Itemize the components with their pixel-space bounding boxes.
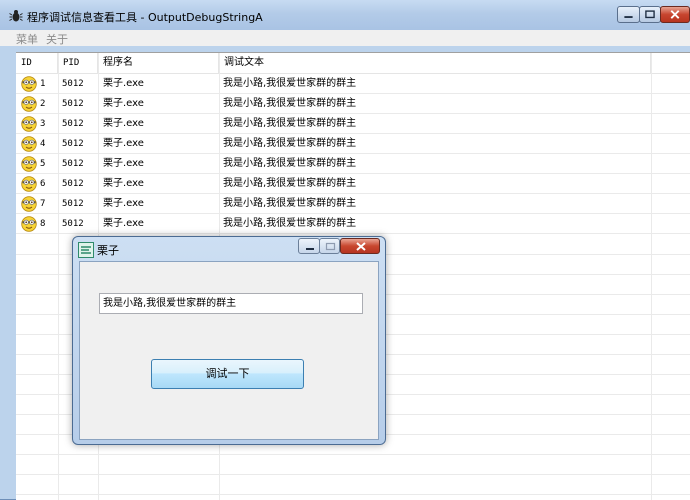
row-id-cell: 4 bbox=[16, 134, 58, 154]
column-header-id[interactable]: ID bbox=[16, 53, 58, 73]
smiley-minion-icon bbox=[21, 176, 37, 192]
row-id: 2 bbox=[40, 99, 46, 109]
table-row[interactable]: 2 5012 栗子.exe 我是小路,我很爱世家群的群主 bbox=[16, 94, 690, 114]
maximize-icon bbox=[645, 10, 655, 19]
table-row[interactable]: 4 5012 栗子.exe 我是小路,我很爱世家群的群主 bbox=[16, 134, 690, 154]
dialog-title: 栗子 bbox=[97, 244, 119, 257]
row-id: 8 bbox=[40, 219, 46, 229]
list-rows: 1 5012 栗子.exe 我是小路,我很爱世家群的群主 2 5012 栗子.exe 我是小路… bbox=[16, 74, 690, 234]
window-title: 程序调试信息查看工具 - OutputDebugStringA bbox=[27, 11, 263, 24]
grid-line bbox=[16, 454, 690, 455]
row-id-cell: 5 bbox=[16, 154, 58, 174]
debug-button[interactable]: 调试一下 bbox=[151, 359, 304, 389]
row-id: 5 bbox=[40, 159, 46, 169]
minimize-icon bbox=[624, 16, 633, 18]
row-pid: 5012 bbox=[62, 99, 84, 109]
row-id: 6 bbox=[40, 179, 46, 189]
dialog-maximize-button[interactable] bbox=[319, 238, 340, 254]
row-pid: 5012 bbox=[62, 139, 84, 149]
dialog-close-button[interactable] bbox=[340, 238, 380, 254]
row-pid: 5012 bbox=[62, 179, 84, 189]
row-id-cell: 7 bbox=[16, 194, 58, 214]
row-text: 我是小路,我很爱世家群的群主 bbox=[223, 158, 357, 169]
dialog-minimize-button[interactable] bbox=[298, 238, 320, 254]
row-text: 我是小路,我很爱世家群的群主 bbox=[223, 218, 357, 229]
row-program: 栗子.exe bbox=[103, 98, 144, 109]
debug-text-input[interactable]: 我是小路,我很爱世家群的群主 bbox=[99, 293, 363, 314]
table-row[interactable]: 6 5012 栗子.exe 我是小路,我很爱世家群的群主 bbox=[16, 174, 690, 194]
row-id: 3 bbox=[40, 119, 46, 129]
maximize-icon bbox=[325, 242, 336, 251]
menu-item-menu[interactable]: 菜单 bbox=[16, 31, 38, 47]
grid-line bbox=[16, 494, 690, 495]
smiley-minion-icon bbox=[21, 76, 37, 92]
row-program: 栗子.exe bbox=[103, 118, 144, 129]
smiley-minion-icon bbox=[21, 216, 37, 232]
smiley-minion-icon bbox=[21, 116, 37, 132]
dialog-client-area: 我是小路,我很爱世家群的群主 调试一下 bbox=[79, 261, 379, 440]
row-text: 我是小路,我很爱世家群的群主 bbox=[223, 198, 357, 209]
row-program: 栗子.exe bbox=[103, 218, 144, 229]
minimize-button[interactable] bbox=[617, 6, 640, 23]
smiley-minion-icon bbox=[21, 196, 37, 212]
row-pid: 5012 bbox=[62, 119, 84, 129]
title-bar[interactable]: 程序调试信息查看工具 - OutputDebugStringA bbox=[0, 0, 690, 30]
list-header: ID PID 程序名 调试文本 bbox=[16, 53, 690, 74]
column-header-blank[interactable] bbox=[651, 53, 690, 73]
column-header-pid[interactable]: PID bbox=[58, 53, 98, 73]
row-id-cell: 1 bbox=[16, 74, 58, 94]
row-program: 栗子.exe bbox=[103, 138, 144, 149]
smiley-minion-icon bbox=[21, 136, 37, 152]
menu-item-about[interactable]: 关于 bbox=[46, 31, 68, 47]
table-row[interactable]: 1 5012 栗子.exe 我是小路,我很爱世家群的群主 bbox=[16, 74, 690, 94]
row-id: 1 bbox=[40, 79, 46, 89]
table-row[interactable]: 3 5012 栗子.exe 我是小路,我很爱世家群的群主 bbox=[16, 114, 690, 134]
menu-bar: 菜单 关于 bbox=[0, 30, 690, 46]
row-program: 栗子.exe bbox=[103, 198, 144, 209]
column-header-program[interactable]: 程序名 bbox=[98, 53, 219, 73]
row-pid: 5012 bbox=[62, 79, 84, 89]
column-header-text[interactable]: 调试文本 bbox=[219, 53, 651, 73]
close-button[interactable] bbox=[660, 6, 690, 23]
table-row[interactable]: 8 5012 栗子.exe 我是小路,我很爱世家群的群主 bbox=[16, 214, 690, 234]
grid-line bbox=[16, 474, 690, 475]
table-row[interactable]: 5 5012 栗子.exe 我是小路,我很爱世家群的群主 bbox=[16, 154, 690, 174]
close-icon bbox=[356, 242, 366, 251]
row-program: 栗子.exe bbox=[103, 158, 144, 169]
row-text: 我是小路,我很爱世家群的群主 bbox=[223, 178, 357, 189]
dialog-window: 栗子 我是小路,我很爱世家群的群主 调试一下 bbox=[72, 236, 386, 445]
row-id: 7 bbox=[40, 199, 46, 209]
row-id-cell: 8 bbox=[16, 214, 58, 234]
row-id-cell: 3 bbox=[16, 114, 58, 134]
row-text: 我是小路,我很爱世家群的群主 bbox=[223, 118, 357, 129]
minimize-icon bbox=[306, 248, 314, 250]
row-text: 我是小路,我很爱世家群的群主 bbox=[223, 98, 357, 109]
smiley-minion-icon bbox=[21, 96, 37, 112]
row-pid: 5012 bbox=[62, 219, 84, 229]
row-pid: 5012 bbox=[62, 199, 84, 209]
close-icon bbox=[670, 10, 680, 19]
bug-icon bbox=[9, 10, 23, 22]
row-id-cell: 6 bbox=[16, 174, 58, 194]
maximize-button[interactable] bbox=[639, 6, 661, 23]
row-id: 4 bbox=[40, 139, 46, 149]
smiley-minion-icon bbox=[21, 156, 37, 172]
row-program: 栗子.exe bbox=[103, 178, 144, 189]
table-row[interactable]: 7 5012 栗子.exe 我是小路,我很爱世家群的群主 bbox=[16, 194, 690, 214]
row-text: 我是小路,我很爱世家群的群主 bbox=[223, 138, 357, 149]
row-id-cell: 2 bbox=[16, 94, 58, 114]
row-pid: 5012 bbox=[62, 159, 84, 169]
app-icon bbox=[78, 242, 94, 258]
row-program: 栗子.exe bbox=[103, 78, 144, 89]
row-text: 我是小路,我很爱世家群的群主 bbox=[223, 78, 357, 89]
